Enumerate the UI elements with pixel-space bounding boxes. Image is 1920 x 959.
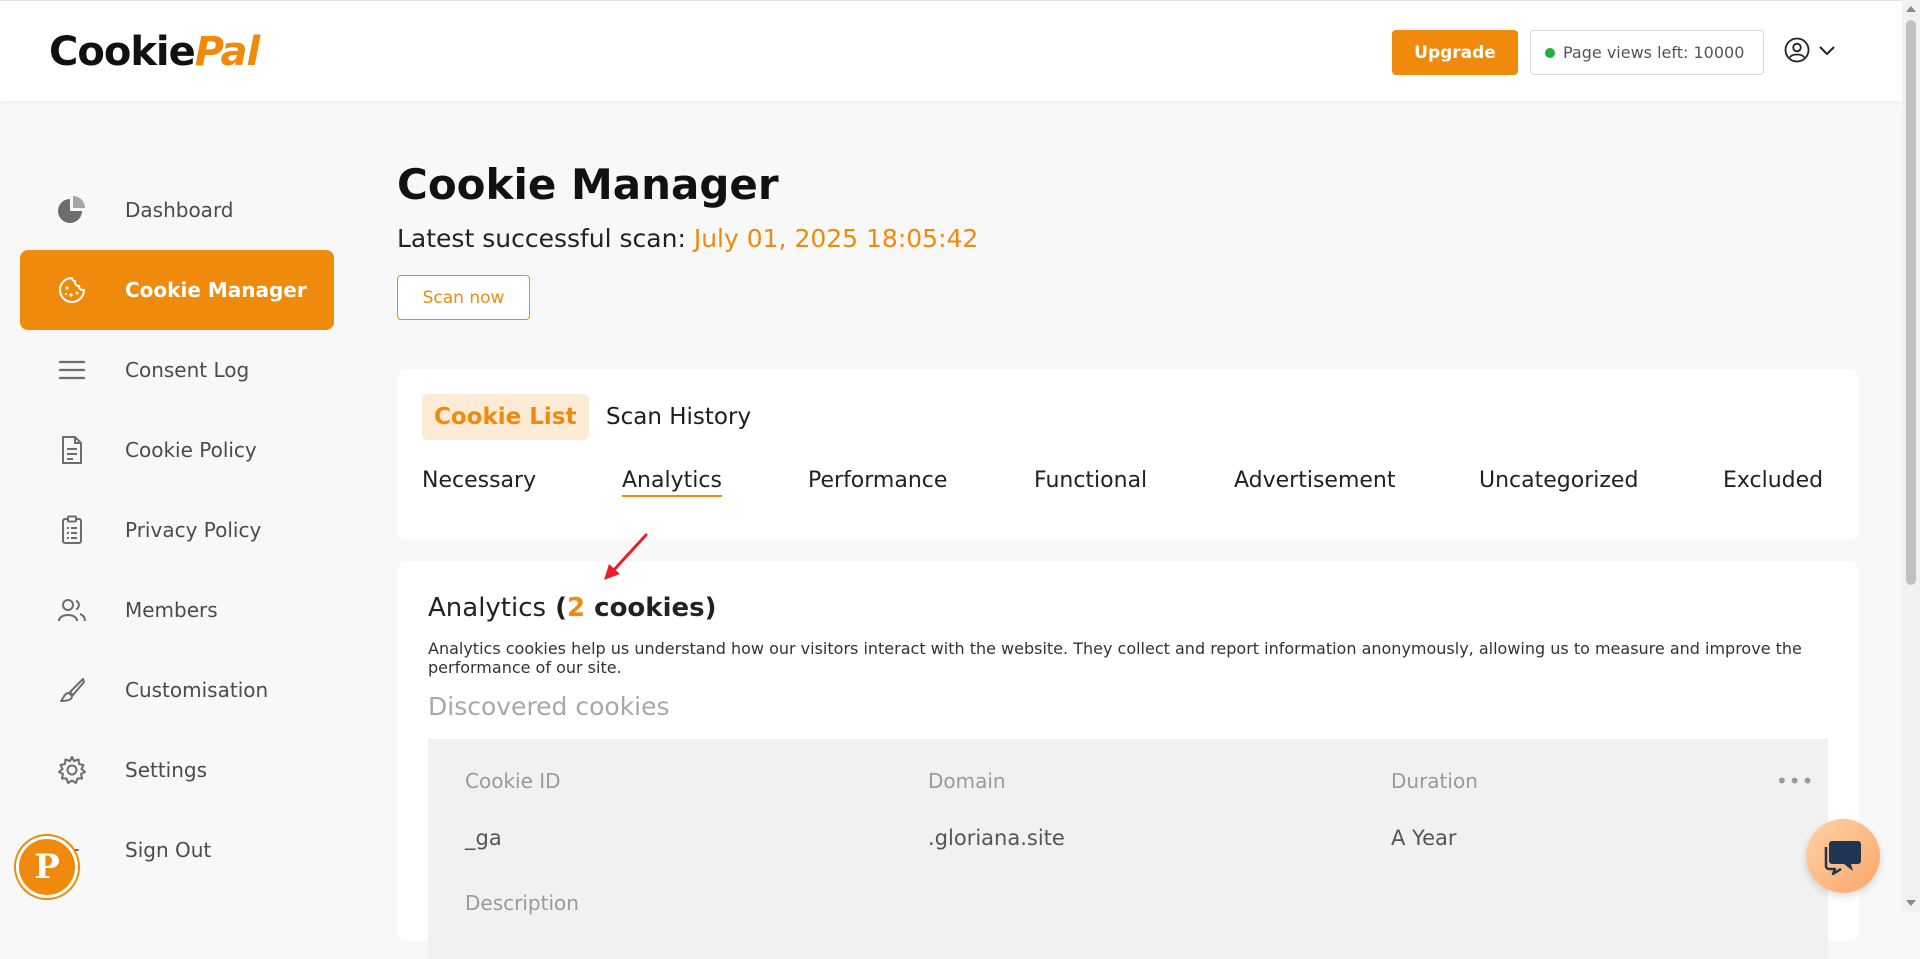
page-views-label: Page views left: 10000	[1563, 43, 1745, 62]
pie-chart-icon	[56, 194, 88, 226]
sidebar-item-label: Cookie Policy	[125, 438, 257, 462]
section-category-name: Analytics	[428, 593, 547, 623]
tab-scan-history[interactable]: Scan History	[594, 394, 763, 440]
sidebar-item-privacy-policy[interactable]: Privacy Policy	[20, 490, 334, 570]
sidebar-item-settings[interactable]: Settings	[20, 730, 334, 810]
section-description: Analytics cookies help us understand how…	[428, 639, 1802, 677]
scroll-down-arrow-icon[interactable]	[1906, 900, 1916, 906]
discovered-cookies-heading: Discovered cookies	[428, 692, 670, 721]
latest-scan-info: Latest successful scan: July 01, 2025 18…	[397, 224, 978, 253]
more-options-icon[interactable]: •••	[1776, 769, 1814, 793]
users-icon	[56, 594, 88, 626]
scroll-up-arrow-icon[interactable]	[1906, 6, 1916, 12]
chat-widget-button[interactable]	[1806, 819, 1880, 893]
clipboard-icon	[56, 514, 88, 546]
sidebar-item-label: Consent Log	[125, 358, 250, 382]
cell-domain: .gloriana.site	[928, 826, 1065, 850]
cookie-icon	[56, 274, 88, 306]
top-bar: CookiePal Upgrade Page views left: 10000	[0, 0, 1902, 101]
category-tab-advertisement[interactable]: Advertisement	[1234, 468, 1396, 493]
category-tab-necessary[interactable]: Necessary	[422, 468, 536, 493]
column-header-cookie-id: Cookie ID	[465, 769, 561, 793]
sidebar-item-label: Sign Out	[125, 838, 212, 862]
sidebar-item-cookie-policy[interactable]: Cookie Policy	[20, 410, 334, 490]
document-icon	[56, 434, 88, 466]
brush-icon	[56, 674, 88, 706]
cookie-table: Cookie ID Domain Duration ••• _ga .glori…	[428, 739, 1828, 959]
sidebar-item-dashboard[interactable]: Dashboard	[20, 170, 334, 250]
sidebar-item-label: Dashboard	[125, 198, 234, 222]
menu-lines-icon	[56, 354, 88, 386]
sidebar-item-customisation[interactable]: Customisation	[20, 650, 334, 730]
tab-cookie-list[interactable]: Cookie List	[422, 394, 589, 440]
scan-now-button[interactable]: Scan now	[397, 275, 530, 320]
upgrade-button[interactable]: Upgrade	[1392, 30, 1518, 75]
category-tab-performance[interactable]: Performance	[808, 468, 947, 493]
logo-cookie-text: Cookie	[49, 29, 196, 75]
cookie-tabs-card: Cookie List Scan History Necessary Analy…	[397, 369, 1859, 540]
sidebar-item-members[interactable]: Members	[20, 570, 334, 650]
column-header-duration: Duration	[1391, 769, 1478, 793]
sidebar-item-label: Cookie Manager	[125, 278, 307, 302]
status-dot-icon	[1545, 47, 1555, 58]
account-menu[interactable]	[1784, 37, 1836, 63]
page-title: Cookie Manager	[397, 160, 779, 209]
cell-duration: A Year	[1391, 826, 1457, 850]
cookiepal-logo[interactable]: CookiePal	[49, 27, 260, 77]
category-tab-analytics[interactable]: Analytics	[622, 468, 722, 497]
sidebar-item-label: Customisation	[125, 678, 269, 702]
chat-icon	[1824, 841, 1861, 875]
sidebar-item-label: Members	[125, 598, 218, 622]
analytics-cookies-card: Analytics (2 cookies) Analytics cookies …	[397, 561, 1859, 959]
page-views-badge: Page views left: 10000	[1530, 30, 1764, 75]
user-avatar-icon	[1784, 37, 1810, 63]
gear-icon	[56, 754, 88, 786]
cookie-count-label: cookies	[585, 593, 705, 623]
category-tab-functional[interactable]: Functional	[1034, 468, 1147, 493]
latest-scan-date: July 01, 2025 18:05:42	[693, 224, 979, 253]
chevron-down-icon	[1819, 46, 1835, 56]
scrollbar-thumb[interactable]	[1906, 20, 1916, 585]
cell-cookie-id: _ga	[465, 826, 502, 850]
sidebar-item-label: Settings	[125, 758, 208, 782]
sidebar-item-consent-log[interactable]: Consent Log	[20, 330, 334, 410]
cell-description-label: Description	[465, 891, 579, 915]
section-title: Analytics (2 cookies)	[428, 593, 717, 623]
cookie-count: 2	[567, 593, 586, 623]
category-tab-excluded[interactable]: Excluded	[1723, 468, 1823, 493]
column-header-domain: Domain	[928, 769, 1006, 793]
latest-scan-label: Latest successful scan:	[397, 224, 694, 253]
category-tab-uncategorized[interactable]: Uncategorized	[1479, 468, 1638, 493]
sidebar-item-label: Privacy Policy	[125, 518, 262, 542]
sidebar-item-cookie-manager[interactable]: Cookie Manager	[20, 250, 334, 330]
red-arrow-annotation-icon	[604, 533, 648, 580]
logo-pal-text: Pal	[194, 29, 260, 75]
promo-p-badge[interactable]: P	[16, 836, 78, 898]
page-scrollbar[interactable]	[1902, 0, 1920, 912]
